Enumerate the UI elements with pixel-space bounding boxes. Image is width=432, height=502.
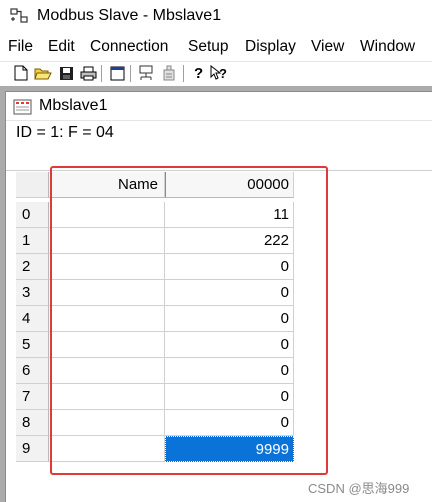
disconnect-icon[interactable] [160, 64, 178, 82]
table-row: 9 9999 [16, 436, 294, 462]
row-index: 9 [16, 436, 49, 462]
register-value-cell[interactable]: 222 [165, 228, 294, 254]
connect-icon[interactable] [137, 64, 155, 82]
table-row: 3 0 [16, 280, 294, 306]
register-value-cell[interactable]: 0 [165, 280, 294, 306]
toolbar-separator [183, 65, 184, 82]
toolbar-separator [101, 65, 102, 82]
table-row: 2 0 [16, 254, 294, 280]
window-icon[interactable] [108, 64, 126, 82]
row-index: 8 [16, 410, 49, 436]
slave-id-function-label: ID = 1: F = 04 [16, 124, 114, 141]
document-icon [13, 99, 32, 115]
save-icon[interactable] [57, 64, 75, 82]
register-value-cell[interactable]: 0 [165, 410, 294, 436]
row-index: 0 [16, 202, 49, 228]
menu-connection[interactable]: Connection [90, 38, 168, 56]
modbus-app-icon [10, 8, 28, 23]
register-name-cell[interactable] [49, 228, 165, 254]
table-row: 1 222 [16, 228, 294, 254]
register-name-cell[interactable] [49, 332, 165, 358]
register-value-cell[interactable]: 0 [165, 358, 294, 384]
grid-corner-cell [16, 172, 49, 198]
table-row: 8 0 [16, 410, 294, 436]
context-help-icon[interactable]: ? [210, 64, 228, 82]
row-index: 7 [16, 384, 49, 410]
menu-edit[interactable]: Edit [48, 38, 75, 56]
help-icon[interactable]: ? [190, 64, 208, 82]
row-index: 1 [16, 228, 49, 254]
grid-header-row: Name 00000 [16, 172, 294, 198]
new-icon[interactable] [12, 64, 30, 82]
table-row: 4 0 [16, 306, 294, 332]
register-value-cell[interactable]: 0 [165, 306, 294, 332]
menu-window[interactable]: Window [360, 38, 415, 56]
child-window-title: Mbslave1 [39, 97, 108, 114]
row-index: 2 [16, 254, 49, 280]
table-row: 0 11 [16, 202, 294, 228]
register-value-cell[interactable]: 0 [165, 332, 294, 358]
register-value-cell[interactable]: 0 [165, 384, 294, 410]
svg-text:?: ? [194, 65, 203, 81]
menu-view[interactable]: View [311, 38, 344, 56]
column-header-name[interactable]: Name [49, 172, 165, 198]
toolbar: ? ? [0, 61, 432, 85]
table-row: 6 0 [16, 358, 294, 384]
register-name-cell[interactable] [49, 358, 165, 384]
divider [6, 170, 432, 171]
row-index: 4 [16, 306, 49, 332]
row-index: 3 [16, 280, 49, 306]
menu-bar: File Edit Connection Setup Display View … [0, 36, 432, 60]
table-row: 7 0 [16, 384, 294, 410]
register-name-cell[interactable] [49, 254, 165, 280]
watermark-text: CSDN @思海999 [308, 481, 410, 496]
svg-text:?: ? [219, 66, 227, 81]
print-icon[interactable] [79, 64, 97, 82]
register-value-cell-selected[interactable]: 9999 [165, 436, 294, 462]
register-name-cell[interactable] [49, 410, 165, 436]
register-name-cell[interactable] [49, 202, 165, 228]
table-row: 5 0 [16, 332, 294, 358]
toolbar-separator [130, 65, 131, 82]
window-title: Modbus Slave - Mbslave1 [37, 7, 222, 24]
register-name-cell[interactable] [49, 384, 165, 410]
column-header-address[interactable]: 00000 [165, 172, 294, 198]
register-name-cell[interactable] [49, 306, 165, 332]
child-window-titlebar[interactable]: Mbslave1 [6, 92, 432, 121]
row-index: 6 [16, 358, 49, 384]
menu-file[interactable]: File [8, 38, 33, 56]
register-value-cell[interactable]: 0 [165, 254, 294, 280]
register-name-cell[interactable] [49, 436, 165, 462]
menu-setup[interactable]: Setup [188, 38, 229, 56]
row-index: 5 [16, 332, 49, 358]
open-icon[interactable] [34, 64, 52, 82]
menu-display[interactable]: Display [245, 38, 296, 56]
title-bar: Modbus Slave - Mbslave1 [0, 0, 432, 34]
register-name-cell[interactable] [49, 280, 165, 306]
register-value-cell[interactable]: 11 [165, 202, 294, 228]
